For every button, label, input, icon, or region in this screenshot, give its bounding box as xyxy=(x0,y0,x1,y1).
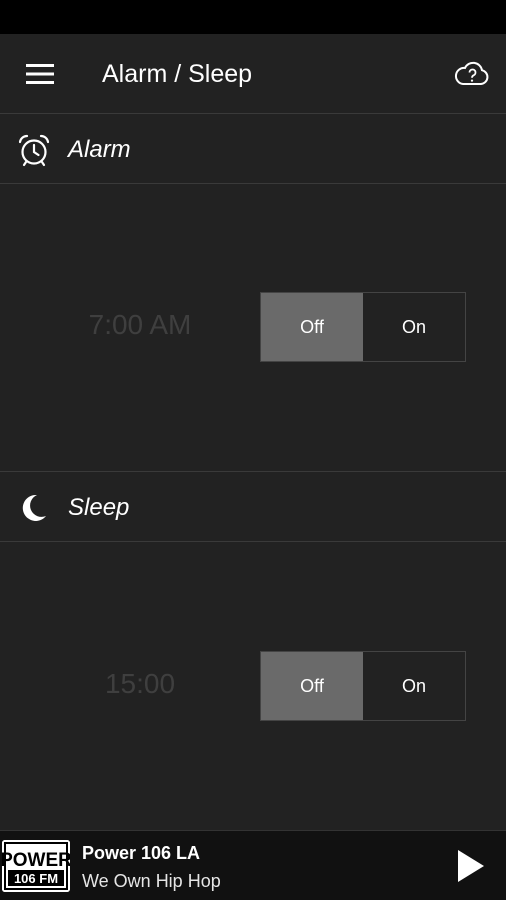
crescent-moon-icon xyxy=(16,490,52,526)
mini-player[interactable]: POWER 106 FM Power 106 LA We Own Hip Hop xyxy=(0,830,506,900)
alarm-off-button[interactable]: Off xyxy=(261,293,363,361)
menu-button[interactable] xyxy=(18,58,62,90)
cloud-help-icon xyxy=(454,61,489,85)
sleep-toggle: Off On xyxy=(260,651,466,721)
alarm-on-button[interactable]: On xyxy=(363,293,465,361)
play-button[interactable] xyxy=(454,847,488,885)
cloud-help-button[interactable] xyxy=(452,56,492,92)
sleep-label: Sleep xyxy=(68,494,130,521)
logo-text-bottom: 106 FM xyxy=(14,871,58,886)
station-name: Power 106 LA xyxy=(82,843,201,863)
sleep-section-body: 15:00 Off On xyxy=(0,542,506,830)
sleep-off-button[interactable]: Off xyxy=(261,652,363,720)
play-icon xyxy=(458,850,484,882)
station-tagline: We Own Hip Hop xyxy=(82,871,221,891)
hamburger-menu-icon xyxy=(26,64,54,84)
sleep-section-header: Sleep xyxy=(0,473,506,542)
alarm-time[interactable]: 7:00 AM xyxy=(40,309,240,341)
alarm-section-header: Alarm xyxy=(0,115,506,184)
station-logo: POWER 106 FM xyxy=(2,840,70,892)
app-bar: Alarm / Sleep xyxy=(0,34,506,114)
alarm-toggle: Off On xyxy=(260,292,466,362)
sleep-on-button[interactable]: On xyxy=(363,652,465,720)
logo-text-top: POWER xyxy=(2,850,70,871)
alarm-clock-icon xyxy=(16,132,52,168)
sleep-time[interactable]: 15:00 xyxy=(40,668,240,700)
alarm-label: Alarm xyxy=(68,136,131,163)
status-bar xyxy=(0,0,506,34)
alarm-section-body: 7:00 AM Off On xyxy=(0,184,506,472)
page-title: Alarm / Sleep xyxy=(102,60,253,88)
